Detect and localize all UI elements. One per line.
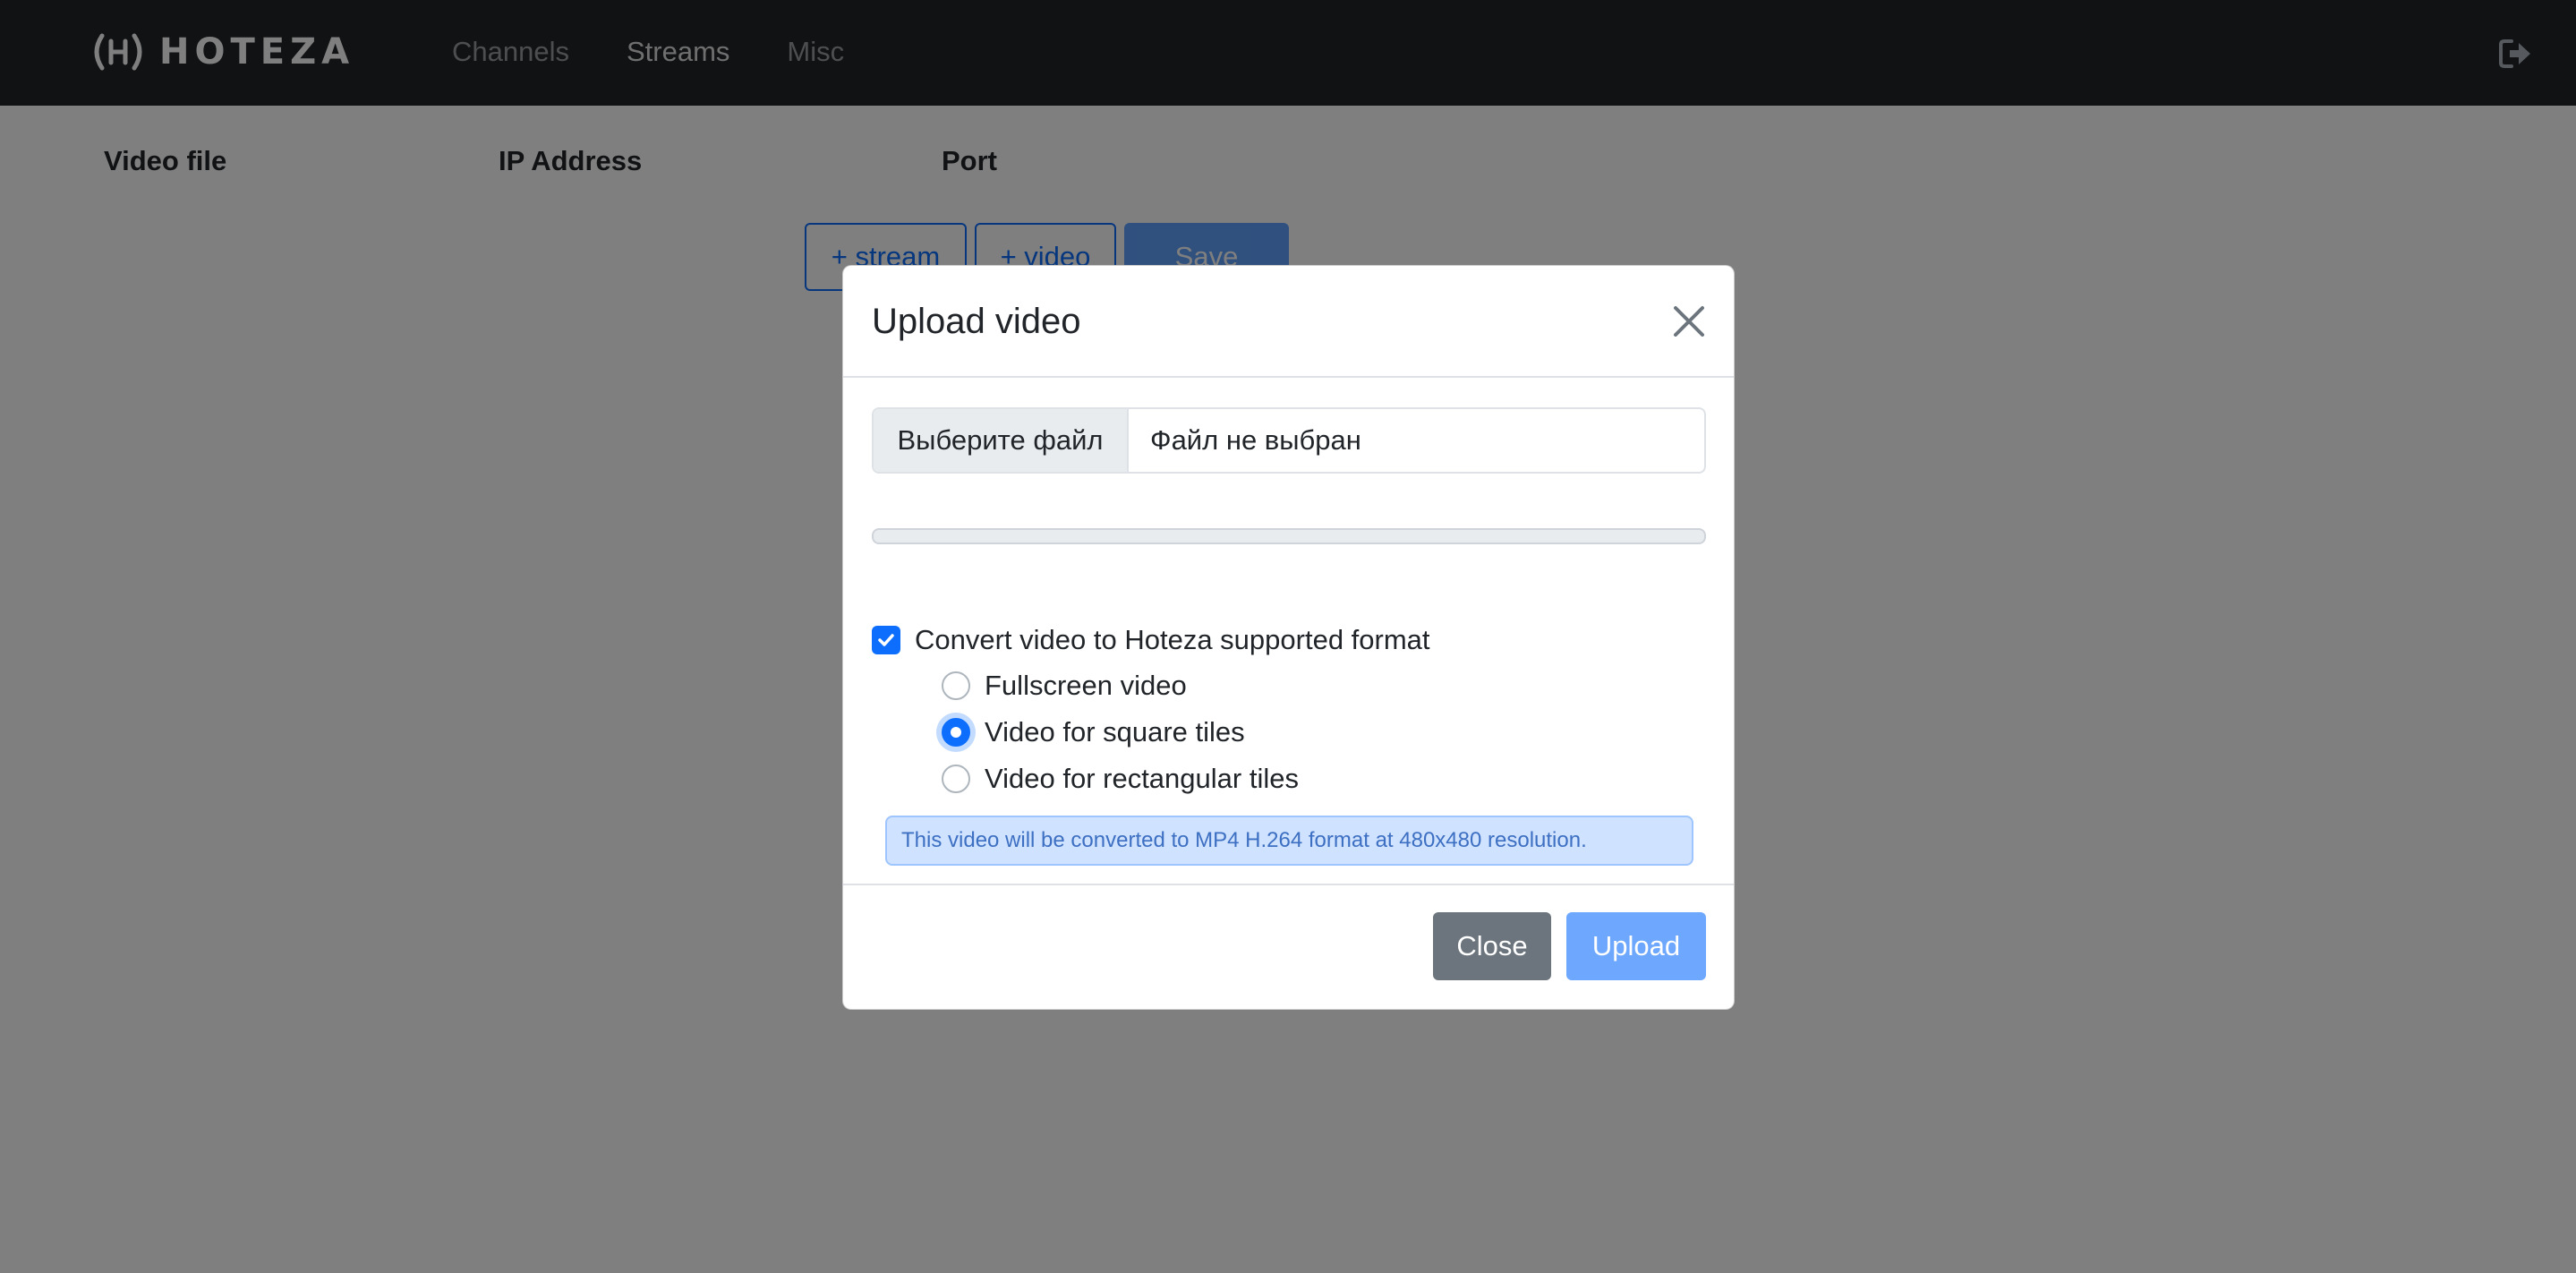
upload-progress-bar <box>872 528 1706 544</box>
close-icon <box>1674 306 1704 337</box>
radio-square-tiles[interactable] <box>942 718 970 747</box>
modal-footer: Close Upload <box>843 884 1734 1011</box>
conversion-info-alert: This video will be converted to MP4 H.26… <box>885 816 1693 866</box>
close-button[interactable]: Close <box>1433 912 1551 980</box>
radio-option-fullscreen[interactable]: Fullscreen video <box>942 668 1187 704</box>
file-input[interactable]: Выберите файл Файл не выбран <box>872 407 1706 474</box>
modal-header: Upload video <box>843 266 1734 378</box>
radio-rectangular-tiles[interactable] <box>942 765 970 793</box>
file-status-text: Файл не выбран <box>1150 424 1361 456</box>
convert-checkbox-row[interactable]: Convert video to Hoteza supported format <box>872 622 1430 658</box>
modal-close-button[interactable] <box>1671 303 1707 339</box>
radio-rectangular-tiles-label[interactable]: Video for rectangular tiles <box>985 761 1299 797</box>
convert-checkbox[interactable] <box>872 626 900 654</box>
convert-checkbox-label[interactable]: Convert video to Hoteza supported format <box>915 622 1430 658</box>
upload-button[interactable]: Upload <box>1566 912 1706 980</box>
modal-title: Upload video <box>872 302 1081 341</box>
radio-fullscreen[interactable] <box>942 671 970 700</box>
radio-option-square-tiles[interactable]: Video for square tiles <box>942 714 1245 750</box>
radio-option-rectangular-tiles[interactable]: Video for rectangular tiles <box>942 761 1299 797</box>
checkmark-icon <box>878 634 894 646</box>
radio-fullscreen-label[interactable]: Fullscreen video <box>985 668 1187 704</box>
radio-square-tiles-label[interactable]: Video for square tiles <box>985 714 1245 750</box>
choose-file-button[interactable]: Выберите файл <box>874 409 1129 472</box>
upload-video-modal: Upload video Выберите файл Файл не выбра… <box>842 265 1735 1010</box>
